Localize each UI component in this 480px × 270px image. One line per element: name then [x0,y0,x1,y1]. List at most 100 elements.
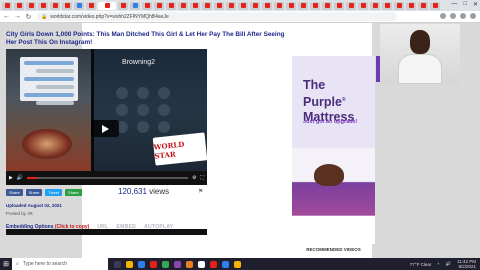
browser-tab[interactable] [346,1,356,10]
video-player[interactable]: Browning2 WORLD STAR ▶ 🔊 ⚙ ⛶ [6,49,208,185]
browser-tab[interactable] [274,1,284,10]
taskbar-app-icon[interactable] [198,260,205,268]
browser-tab[interactable] [406,1,416,10]
browser-tab[interactable] [50,1,60,10]
purple-mattress-ad[interactable]: The Purple® Mattress Just got an upgrade… [292,56,375,244]
lock-icon[interactable]: 🔒 [41,14,47,20]
browser-tab[interactable] [26,1,36,10]
browser-tab[interactable] [142,1,152,10]
taskbar-app-icon[interactable] [150,260,157,268]
tab-favicon-icon [264,3,270,8]
browser-tab[interactable] [250,1,260,10]
browser-tab[interactable] [382,1,392,10]
play-button[interactable] [91,120,119,137]
taskbar-app-icon[interactable] [222,260,229,268]
view-count-number: 120,631 [118,187,147,196]
browser-tab[interactable] [98,1,116,10]
browser-tab[interactable] [322,1,332,10]
url-text: worldstar.com/video.php?v=wshh2ZFlNYMQhB… [50,13,169,20]
webcam-overlay [380,24,460,84]
taskbar-app-icon[interactable] [210,260,217,268]
browser-tab[interactable] [86,1,96,10]
next-video-strip[interactable] [6,229,207,235]
tray-chevron-icon[interactable]: ^ [437,262,439,267]
maximize-button[interactable]: □ [463,1,467,8]
weather-text[interactable]: 77°F Clear [410,262,432,267]
extension-icon[interactable] [440,13,446,19]
taskbar-app-icon[interactable] [114,260,121,268]
browser-tab[interactable] [298,1,308,10]
clock-date: 8/2/2021 [458,264,476,269]
browser-tab[interactable] [130,1,140,10]
play-control-icon[interactable]: ▶ [9,175,13,181]
share-buttons: Share Share Tweet Share [6,189,82,196]
browser-tab[interactable] [358,1,368,10]
flag-icon[interactable]: ⚑ [198,188,203,195]
ad-title-line1: The [303,78,326,92]
recommended-videos-heading: RECOMMENDED VIDEOS [306,247,361,252]
share-button[interactable]: Share [6,189,23,196]
taskbar-app-icon[interactable] [186,260,193,268]
menu-icon[interactable] [470,13,476,19]
tab-favicon-icon [120,3,126,8]
minimize-button[interactable]: — [451,1,457,8]
back-icon[interactable]: ← [2,12,11,21]
url-input[interactable]: 🔒 worldstar.com/video.php?v=wshh2ZFlNYMQ… [37,12,397,21]
browser-tab[interactable] [430,1,440,10]
browser-tab[interactable] [394,1,404,10]
settings-icon[interactable]: ⚙ [192,175,196,181]
browser-tab[interactable] [202,1,212,10]
browser-tab[interactable] [286,1,296,10]
share-button[interactable]: Share [65,189,82,196]
video-frame-left [6,49,91,171]
clock[interactable]: 11:42 PM 8/2/2021 [457,259,476,269]
close-window-button[interactable]: ✕ [473,1,478,8]
profile-icon[interactable] [460,13,466,19]
window-controls: — □ ✕ [451,1,478,8]
browser-tab[interactable] [370,1,380,10]
taskbar-app-icon[interactable] [174,260,181,268]
browser-tab-strip [0,0,480,11]
browser-tab[interactable] [178,1,188,10]
browser-tab[interactable] [154,1,164,10]
tab-favicon-icon [216,3,222,8]
browser-tab[interactable] [2,1,12,10]
browser-tab[interactable] [38,1,48,10]
browser-tab[interactable] [62,1,72,10]
taskbar-app-icon[interactable] [138,260,145,268]
tab-favicon-icon [16,3,22,8]
browser-tab[interactable] [262,1,272,10]
fullscreen-icon[interactable]: ⛶ [200,175,204,181]
tab-favicon-icon [288,3,294,8]
worldstar-logo: WORLD STAR [152,132,208,166]
taskbar-app-icon[interactable] [234,260,241,268]
reload-icon[interactable]: ↻ [24,12,33,21]
tab-favicon-icon [40,3,46,8]
browser-tab[interactable] [118,1,128,10]
taskbar-app-icon[interactable] [162,260,169,268]
tab-favicon-icon [28,3,34,8]
browser-tab[interactable] [418,1,428,10]
taskbar-app-icon[interactable] [126,260,133,268]
windows-start-icon[interactable]: ⊞ [0,258,12,270]
share-button[interactable]: Tweet [45,189,63,196]
browser-tab[interactable] [238,1,248,10]
taskbar-search-input[interactable]: ⌕ Type here to search [12,258,108,270]
browser-tab[interactable] [190,1,200,10]
browser-tab[interactable] [166,1,176,10]
extension-icon[interactable] [450,13,456,19]
view-count: 120,631 views [118,187,169,196]
browser-tab[interactable] [14,1,24,10]
share-button[interactable]: Share [25,189,43,196]
browser-tab[interactable] [334,1,344,10]
chat-screenshot [20,57,78,105]
tab-favicon-icon [348,3,354,8]
browser-tab[interactable] [310,1,320,10]
forward-icon[interactable]: → [13,12,22,21]
seek-bar[interactable] [27,177,188,179]
browser-tab[interactable] [226,1,236,10]
browser-tab[interactable] [74,1,84,10]
volume-icon[interactable]: 🔊 [17,175,23,181]
browser-tab[interactable] [214,1,224,10]
volume-tray-icon[interactable]: 🔊 [445,261,451,267]
